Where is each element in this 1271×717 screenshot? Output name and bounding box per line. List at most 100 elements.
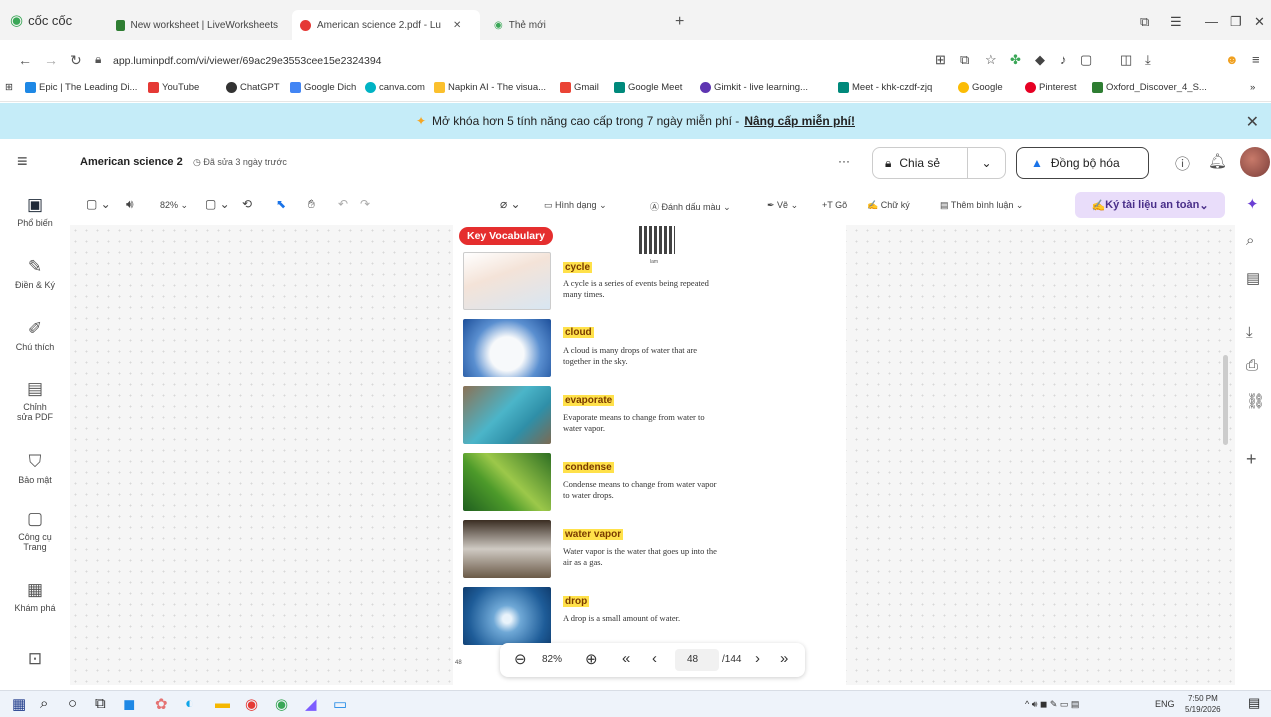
forward-icon[interactable]: → (44, 52, 58, 68)
upgrade-link[interactable]: Nâng cấp miễn phí! (744, 114, 855, 128)
current-page[interactable]: 48 (687, 654, 698, 665)
bookmark-chatgpt[interactable]: ChatGPT (226, 82, 280, 93)
sidebar-icon[interactable]: ◫ (1120, 52, 1132, 68)
page-view-icon[interactable]: ▢ ⌄ (86, 197, 111, 211)
sidebar-item-edit-pdf[interactable]: ▤ Chỉnh sửa PDF (0, 379, 70, 422)
zalo-icon[interactable]: ▭ (333, 695, 347, 713)
bookmark-google-meet[interactable]: Google Meet (614, 82, 682, 93)
vertical-scrollbar[interactable] (1223, 355, 1228, 445)
bookmark-napkin[interactable]: Napkin AI - The visua... (434, 82, 546, 93)
tab-new[interactable]: ◉ Thẻ mới (486, 12, 596, 38)
zoom-out-icon[interactable]: ⊖ (514, 650, 527, 668)
taskbar-app-icon[interactable]: ◼ (123, 695, 135, 713)
close-window-button[interactable]: ✕ (1254, 14, 1265, 30)
sidebar-item-explore[interactable]: ▦ Khám phá (0, 580, 70, 613)
download-doc-icon[interactable]: ⤓ (1246, 324, 1253, 341)
hamburger-icon[interactable]: ≡ (17, 151, 28, 172)
tab-american-science[interactable]: American science 2.pdf - Lu ✕ (292, 10, 480, 40)
chrome-icon[interactable]: ◉ (245, 695, 258, 713)
screenshot-icon[interactable]: ⧉ (960, 52, 969, 68)
search-icon[interactable]: ⌕ (1246, 232, 1254, 249)
taskbar-app-icon[interactable]: ✿ (155, 695, 168, 713)
comment-tool[interactable]: ▤ Thêm bình luận ⌄ (940, 200, 1023, 211)
file-explorer-icon[interactable]: ▬ (215, 695, 230, 712)
add-icon[interactable]: + (1246, 449, 1257, 470)
link-icon[interactable]: ⛓ (1246, 392, 1265, 410)
input-language[interactable]: ENG (1155, 699, 1175, 709)
share-dropdown-icon[interactable]: ⌄ (967, 148, 1005, 178)
zoom-in-icon[interactable]: ⊕ (585, 650, 598, 668)
music-icon[interactable]: ♪ (1060, 52, 1067, 67)
clock-time[interactable]: 7:50 PM (1188, 694, 1218, 703)
download-icon[interactable]: ⤓ (1145, 52, 1151, 68)
sync-button[interactable]: ▲ Đồng bộ hóa (1016, 147, 1149, 179)
previous-page-icon[interactable]: ‹ (652, 650, 657, 667)
zoom-select[interactable]: 82% ⌄ (160, 200, 188, 211)
comments-panel-icon[interactable]: ▤ (1246, 269, 1260, 287)
bookmark-canva[interactable]: canva.com (365, 82, 425, 93)
sidebar-item-annotate[interactable]: ✐ Chú thích (0, 319, 70, 352)
coccoc-logo[interactable]: ◉ cốc cốc (10, 11, 72, 29)
bookmark-pinterest[interactable]: Pinterest (1025, 82, 1077, 93)
incognito-icon[interactable]: ◆ (1035, 52, 1045, 68)
hand-tool-icon[interactable]: ✋︎ (308, 197, 315, 212)
coccoc-taskbar-icon[interactable]: ◉ (275, 695, 288, 713)
eraser-icon[interactable]: ⌀ ⌄ (500, 197, 521, 211)
redo-icon[interactable]: ↷ (360, 197, 370, 211)
cortana-icon[interactable]: ○ (68, 695, 77, 712)
tab-liveworksheets[interactable]: New worksheet | LiveWorksheets (108, 12, 286, 38)
close-promo-icon[interactable]: ✕ (1246, 112, 1259, 132)
translate-icon[interactable]: ⊞ (935, 52, 946, 68)
tab-search-icon[interactable]: ⧉ (1140, 14, 1149, 30)
last-page-icon[interactable]: » (780, 650, 788, 667)
help-icon[interactable]: ⓘ (1175, 153, 1190, 174)
next-page-icon[interactable]: › (755, 650, 760, 667)
edge-icon[interactable]: ◐ (185, 695, 194, 712)
avatar[interactable] (1240, 147, 1270, 177)
bookmark-google-dich[interactable]: Google Dich (290, 82, 356, 93)
type-tool[interactable]: +T Gõ (822, 200, 847, 210)
clock-date[interactable]: 5/19/2026 (1185, 705, 1221, 714)
zoom-level[interactable]: 82% (542, 654, 562, 665)
bell-icon[interactable]: 🔔︎ (1208, 152, 1227, 170)
select-cursor-icon[interactable]: ⬉ (276, 197, 286, 211)
sidebar-collapse[interactable]: ⊡ (0, 649, 70, 672)
highlight-tool[interactable]: Ⓐ Đánh dấu màu ⌄ (650, 200, 731, 213)
bookmark-oxford[interactable]: Oxford_Discover_4_S... (1092, 82, 1207, 93)
bookmark-youtube[interactable]: YouTube (148, 82, 199, 93)
more-options-icon[interactable]: ··· (838, 154, 850, 168)
minimize-button[interactable]: — (1205, 14, 1218, 29)
shape-tool[interactable]: ▭ Hình dạng ⌄ (544, 200, 607, 211)
bookmark-gimkit[interactable]: Gimkit - live learning... (700, 82, 808, 93)
back-icon[interactable]: ← (18, 52, 32, 68)
bookmark-google[interactable]: Google (958, 82, 1003, 93)
task-view-icon[interactable]: ⧉ (95, 695, 106, 712)
windows-start-icon[interactable]: ▦ (12, 695, 26, 713)
settings-icon[interactable]: ☰ (1170, 14, 1182, 30)
extensions-icon[interactable]: ▢ (1080, 52, 1092, 68)
extension-icon[interactable]: ✤ (1010, 52, 1021, 68)
page-layout-icon[interactable]: ▢ ⌄ (205, 197, 230, 211)
sign-secure-button[interactable]: ✍ Ký tài liệu an toàn ⌄ (1075, 192, 1225, 218)
rotate-icon[interactable]: ⟲ (242, 197, 252, 211)
bookmark-meet[interactable]: Meet - khk-czdf-zjq (838, 82, 932, 93)
maximize-button[interactable]: ❐ (1230, 14, 1242, 30)
lock-icon[interactable]: 🔒︎ (95, 52, 101, 67)
sidebar-item-popular[interactable]: ▣ Phổ biến (0, 195, 70, 228)
reload-icon[interactable]: ↻ (70, 52, 82, 69)
first-page-icon[interactable]: « (622, 650, 630, 667)
bookmark-star-icon[interactable]: ☆ (985, 52, 997, 68)
notifications-icon[interactable]: ▤ (1248, 695, 1260, 711)
url-field[interactable]: app.luminpdf.com/vi/viewer/69ac29e3553ce… (113, 55, 382, 67)
taskbar-app-icon[interactable]: ◢ (305, 695, 317, 713)
read-aloud-icon[interactable]: 🔊︎ (126, 197, 134, 212)
print-icon[interactable]: ⎙ (1246, 357, 1258, 374)
undo-icon[interactable]: ↶ (338, 197, 348, 211)
signature-tool[interactable]: ✍ Chữ ký (867, 200, 910, 211)
menu-icon[interactable]: ≡ (1252, 52, 1260, 67)
profile-icon[interactable]: ☻ (1225, 52, 1239, 67)
ai-sparkle-icon[interactable]: ✦ (1246, 195, 1259, 213)
bookmark-epic[interactable]: Epic | The Leading Di... (25, 82, 137, 93)
apps-icon[interactable]: ⊞ (5, 82, 13, 93)
sidebar-item-security[interactable]: ⛉ Bảo mật (0, 452, 70, 485)
